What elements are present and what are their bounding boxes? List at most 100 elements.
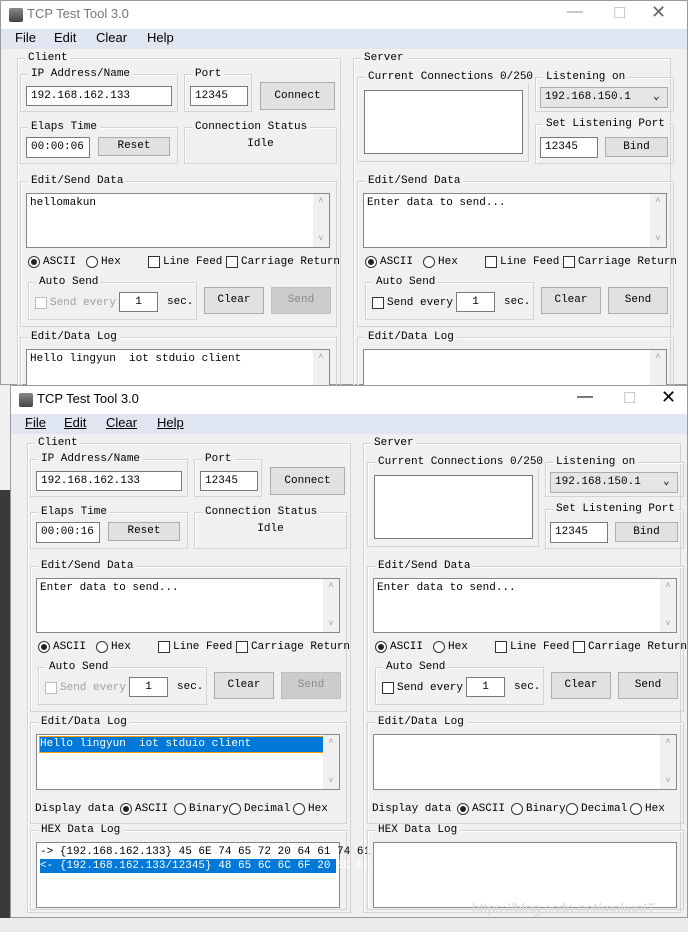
minimize-button[interactable]: —: [577, 388, 601, 412]
hex-radio[interactable]: [433, 641, 445, 653]
send-every-checkbox[interactable]: [382, 682, 394, 694]
line-feed-checkbox[interactable]: [158, 641, 170, 653]
line-feed-checkbox[interactable]: [148, 256, 160, 268]
ip-address-input[interactable]: 192.168.162.133: [26, 86, 172, 106]
display-ascii-radio[interactable]: [457, 803, 469, 815]
port-input[interactable]: 12345: [190, 86, 248, 106]
hex-log-list[interactable]: -> {192.168.162.133} 45 6E 74 65 72 20 6…: [36, 842, 370, 908]
menu-edit[interactable]: Edit: [54, 30, 76, 45]
send-data-textarea[interactable]: Enter data to send... ˄ ˅: [36, 578, 340, 633]
hex-radio[interactable]: [423, 256, 435, 268]
display-ascii-radio[interactable]: [120, 803, 132, 815]
scroll-up-icon[interactable]: ˄: [650, 194, 666, 209]
clear-button[interactable]: Clear: [214, 672, 274, 699]
send-data-textarea[interactable]: Enter data to send... ˄ ˅: [373, 578, 677, 633]
menu-file[interactable]: File: [25, 415, 46, 430]
display-binary-radio[interactable]: [511, 803, 523, 815]
scrollbar[interactable]: ˄˅: [323, 735, 339, 789]
ascii-radio[interactable]: [365, 256, 377, 268]
reset-button[interactable]: Reset: [98, 137, 170, 156]
listening-port-input[interactable]: 12345: [540, 137, 598, 158]
menu-clear[interactable]: Clear: [106, 415, 137, 430]
menu-clear[interactable]: Clear: [96, 30, 127, 45]
maximize-button[interactable]: ☐: [623, 389, 647, 413]
scrollbar[interactable]: ˄˅: [650, 194, 666, 247]
menu-help[interactable]: Help: [157, 415, 184, 430]
connect-button[interactable]: Connect: [260, 82, 335, 110]
minimize-button[interactable]: —: [567, 3, 591, 27]
ascii-radio[interactable]: [375, 641, 387, 653]
send-every-checkbox[interactable]: [372, 297, 384, 309]
send-button[interactable]: Send: [618, 672, 678, 699]
scroll-down-icon[interactable]: ˅: [323, 617, 339, 632]
scrollbar[interactable]: ˄˅: [313, 194, 329, 247]
clear-button[interactable]: Clear: [204, 287, 264, 314]
connections-list[interactable]: [364, 90, 523, 154]
interval-input[interactable]: 1: [119, 292, 158, 312]
scroll-up-icon[interactable]: ˄: [313, 194, 329, 209]
port-input[interactable]: 12345: [200, 471, 258, 491]
interval-input[interactable]: 1: [466, 677, 505, 697]
hex-radio[interactable]: [86, 256, 98, 268]
data-log-textarea[interactable]: Hello lingyun iot stduio client˄˅: [36, 734, 340, 790]
scroll-up-icon[interactable]: ˄: [660, 579, 676, 594]
maximize-button[interactable]: ☐: [613, 4, 637, 28]
clear-button[interactable]: Clear: [551, 672, 611, 699]
carriage-return-checkbox[interactable]: [573, 641, 585, 653]
menu-edit[interactable]: Edit: [64, 415, 86, 430]
reset-button[interactable]: Reset: [108, 522, 180, 541]
ip-address-input[interactable]: 192.168.162.133: [36, 471, 182, 491]
send-button[interactable]: Send: [608, 287, 668, 314]
send-data-textarea[interactable]: hellomakun ˄ ˅: [26, 193, 330, 248]
interval-input[interactable]: 1: [456, 292, 495, 312]
scrollbar[interactable]: ˄˅: [323, 579, 339, 632]
carriage-return-checkbox[interactable]: [563, 256, 575, 268]
scroll-up-icon[interactable]: ˄: [323, 735, 339, 750]
interval-input[interactable]: 1: [129, 677, 168, 697]
title-bar[interactable]: TCP Test Tool 3.0 — ☐ ✕: [1, 1, 687, 29]
scroll-up-icon[interactable]: ˄: [313, 350, 329, 365]
display-hex-radio[interactable]: [293, 803, 305, 815]
title-bar[interactable]: TCP Test Tool 3.0 — ☐ ✕: [11, 386, 687, 414]
display-binary-radio[interactable]: [174, 803, 186, 815]
display-hex-radio[interactable]: [630, 803, 642, 815]
chevron-down-icon[interactable]: ⌄: [653, 90, 660, 104]
hex-radio[interactable]: [96, 641, 108, 653]
bind-button[interactable]: Bind: [615, 522, 678, 542]
listening-ip-select[interactable]: 192.168.150.1 ⌄: [540, 87, 668, 108]
data-log-textarea[interactable]: ˄˅: [373, 734, 677, 790]
connect-button[interactable]: Connect: [270, 467, 345, 495]
display-decimal-radio[interactable]: [229, 803, 241, 815]
scrollbar[interactable]: ˄˅: [660, 735, 676, 789]
menu-help[interactable]: Help: [147, 30, 174, 45]
scroll-down-icon[interactable]: ˅: [660, 617, 676, 632]
ascii-radio[interactable]: [28, 256, 40, 268]
bind-button[interactable]: Bind: [605, 137, 668, 157]
hex-log-row[interactable]: -> {192.168.162.133} 45 6E 74 65 72 20 6…: [40, 845, 370, 859]
line-feed-checkbox[interactable]: [495, 641, 507, 653]
carriage-return-checkbox[interactable]: [236, 641, 248, 653]
carriage-return-checkbox[interactable]: [226, 256, 238, 268]
send-data-textarea[interactable]: Enter data to send... ˄ ˅: [363, 193, 667, 248]
close-button[interactable]: ✕: [651, 2, 675, 26]
hex-log-list[interactable]: [373, 842, 677, 908]
menu-file[interactable]: File: [15, 30, 36, 45]
scroll-down-icon[interactable]: ˅: [660, 774, 676, 789]
chevron-down-icon[interactable]: ⌄: [663, 475, 670, 489]
scrollbar[interactable]: ˄˅: [660, 579, 676, 632]
ascii-radio[interactable]: [38, 641, 50, 653]
scroll-up-icon[interactable]: ˄: [650, 350, 666, 365]
listening-port-input[interactable]: 12345: [550, 522, 608, 543]
scroll-up-icon[interactable]: ˄: [660, 735, 676, 750]
display-decimal-radio[interactable]: [566, 803, 578, 815]
line-feed-checkbox[interactable]: [485, 256, 497, 268]
scroll-up-icon[interactable]: ˄: [323, 579, 339, 594]
scroll-down-icon[interactable]: ˅: [313, 232, 329, 247]
scroll-down-icon[interactable]: ˅: [323, 774, 339, 789]
hex-log-row[interactable]: <- {192.168.162.133/12345} 48 65 6C 6C 6…: [40, 859, 370, 873]
close-button[interactable]: ✕: [661, 387, 685, 411]
connections-list[interactable]: [374, 475, 533, 539]
clear-button[interactable]: Clear: [541, 287, 601, 314]
listening-ip-select[interactable]: 192.168.150.1 ⌄: [550, 472, 678, 493]
scroll-down-icon[interactable]: ˅: [650, 232, 666, 247]
